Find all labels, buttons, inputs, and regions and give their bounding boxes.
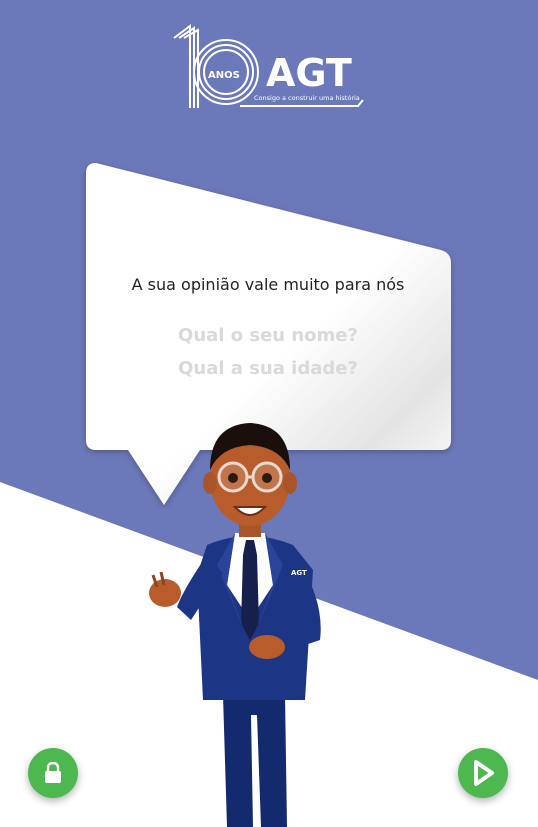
lock-icon bbox=[45, 762, 61, 783]
play-icon bbox=[474, 760, 494, 786]
lock-button[interactable] bbox=[28, 748, 78, 798]
question-age: Qual a sua idade? bbox=[178, 358, 358, 379]
play-button[interactable] bbox=[458, 748, 508, 798]
avatar-badge: AGT bbox=[291, 569, 307, 577]
avatar-character: AGT bbox=[149, 423, 321, 827]
bubble-message: A sua opinião vale muito para nós bbox=[131, 275, 405, 294]
question-name: Qual o seu nome? bbox=[178, 325, 358, 346]
